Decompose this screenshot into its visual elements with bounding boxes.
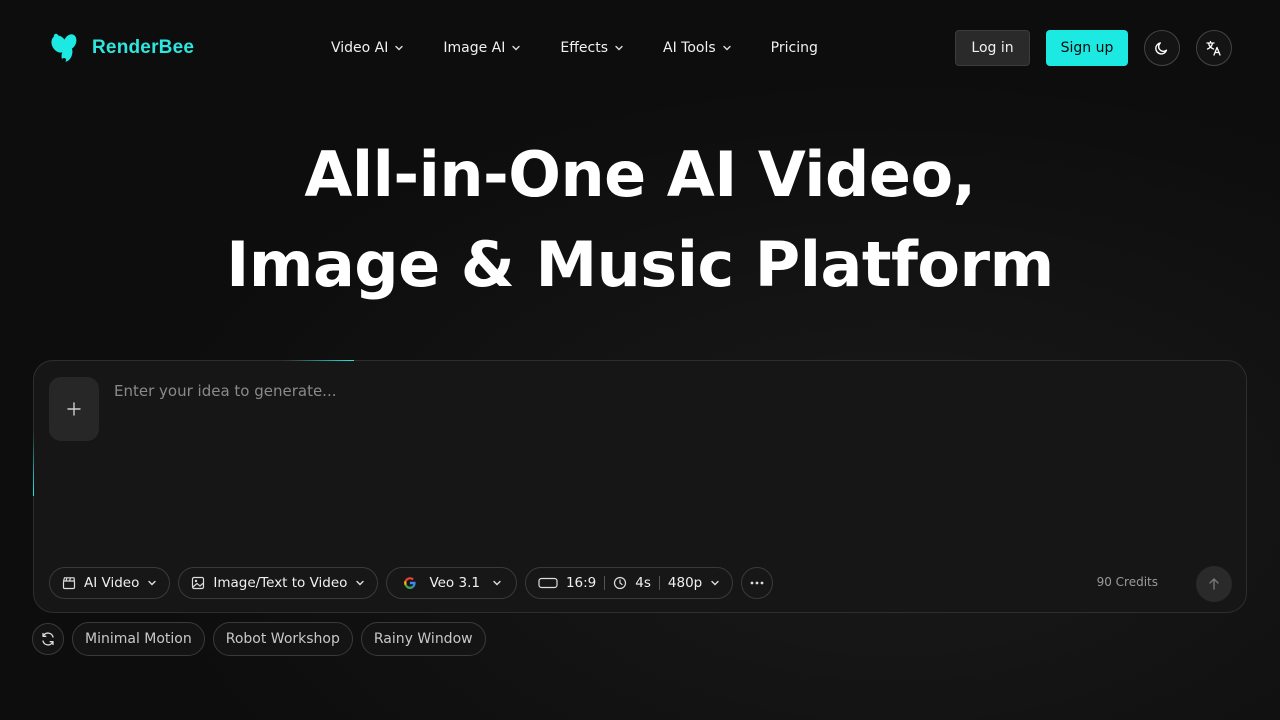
credits-counter: 90 Credits — [1096, 575, 1158, 589]
aspect-ratio-icon — [538, 577, 558, 589]
model-select[interactable]: Veo 3.1 — [386, 567, 517, 599]
generate-button[interactable] — [1196, 566, 1232, 602]
composer-toolbar: AI Video Image/Text to Video Veo 3.1 16:… — [49, 567, 774, 599]
model-label: Veo 3.1 — [429, 575, 480, 591]
hero-title: All-in-One AI Video, Image & Music Platf… — [0, 130, 1280, 310]
nav-item-effects[interactable]: Effects — [560, 40, 624, 56]
add-media-button[interactable] — [49, 377, 99, 441]
chevron-down-icon — [512, 45, 521, 51]
suggestion-chip[interactable]: Minimal Motion — [72, 622, 205, 656]
nav-item-video-ai[interactable]: Video AI — [331, 40, 404, 56]
prompt-composer: AI Video Image/Text to Video Veo 3.1 — [33, 360, 1247, 613]
nav-item-ai-tools[interactable]: AI Tools — [663, 40, 732, 56]
chevron-down-icon — [722, 45, 731, 51]
brand-name: RenderBee — [92, 37, 195, 58]
translate-icon — [1206, 40, 1221, 56]
main-nav: Video AI Image AI Effects AI Tools Prici… — [331, 34, 818, 62]
image-icon — [192, 576, 205, 590]
duration-label: 4s — [635, 575, 651, 591]
prompt-suggestions: Minimal Motion Robot Workshop Rainy Wind… — [32, 622, 486, 656]
nav-item-label: Video AI — [331, 40, 389, 56]
language-button[interactable] — [1196, 30, 1232, 66]
input-type-select[interactable]: Image/Text to Video — [178, 567, 379, 599]
suggestion-chip[interactable]: Robot Workshop — [212, 622, 353, 656]
chevron-down-icon — [356, 580, 365, 586]
suggestion-chip[interactable]: Rainy Window — [360, 622, 486, 656]
bee-logo-icon — [51, 33, 77, 62]
more-horizontal-icon — [750, 581, 764, 585]
mode-select[interactable]: AI Video — [49, 567, 171, 599]
header: RenderBee Video AI Image AI Effects AI T… — [0, 0, 1280, 96]
arrow-up-icon — [1209, 578, 1219, 590]
more-options-button[interactable] — [741, 567, 774, 599]
nav-item-label: Effects — [560, 40, 608, 56]
nav-item-pricing[interactable]: Pricing — [771, 40, 818, 56]
composer-glow — [33, 431, 34, 496]
hero-title-line-1: All-in-One AI Video, — [304, 138, 976, 211]
divider — [604, 576, 606, 590]
prompt-input[interactable] — [114, 379, 1214, 403]
composer-glow — [284, 360, 354, 361]
chevron-down-icon — [711, 580, 719, 586]
resolution-label: 480p — [667, 575, 703, 591]
theme-toggle-button[interactable] — [1144, 30, 1180, 66]
nav-item-label: Pricing — [770, 40, 818, 56]
moon-icon — [1155, 42, 1168, 55]
hero-title-line-2: Image & Music Platform — [226, 228, 1054, 301]
nav-item-label: AI Tools — [663, 40, 716, 56]
nav-item-image-ai[interactable]: Image AI — [443, 40, 521, 56]
mode-label: AI Video — [84, 575, 140, 591]
login-button[interactable]: Log in — [955, 30, 1030, 66]
chevron-down-icon — [148, 580, 157, 586]
chevron-down-icon — [615, 45, 623, 51]
refresh-icon — [42, 632, 54, 646]
logo[interactable]: RenderBee — [48, 30, 194, 66]
aspect-ratio-label: 16:9 — [565, 575, 597, 591]
clapperboard-icon — [62, 577, 76, 590]
signup-button[interactable]: Sign up — [1046, 30, 1128, 66]
refresh-suggestions-button[interactable] — [32, 623, 64, 655]
video-settings-select[interactable]: 16:9 4s 480p — [524, 567, 734, 599]
google-icon — [404, 577, 417, 589]
input-type-label: Image/Text to Video — [213, 575, 348, 591]
plus-icon — [67, 402, 81, 416]
divider — [658, 576, 660, 590]
nav-item-label: Image AI — [443, 40, 506, 56]
chevron-down-icon — [395, 45, 404, 51]
chevron-down-icon — [493, 580, 501, 586]
clock-icon — [614, 576, 627, 590]
